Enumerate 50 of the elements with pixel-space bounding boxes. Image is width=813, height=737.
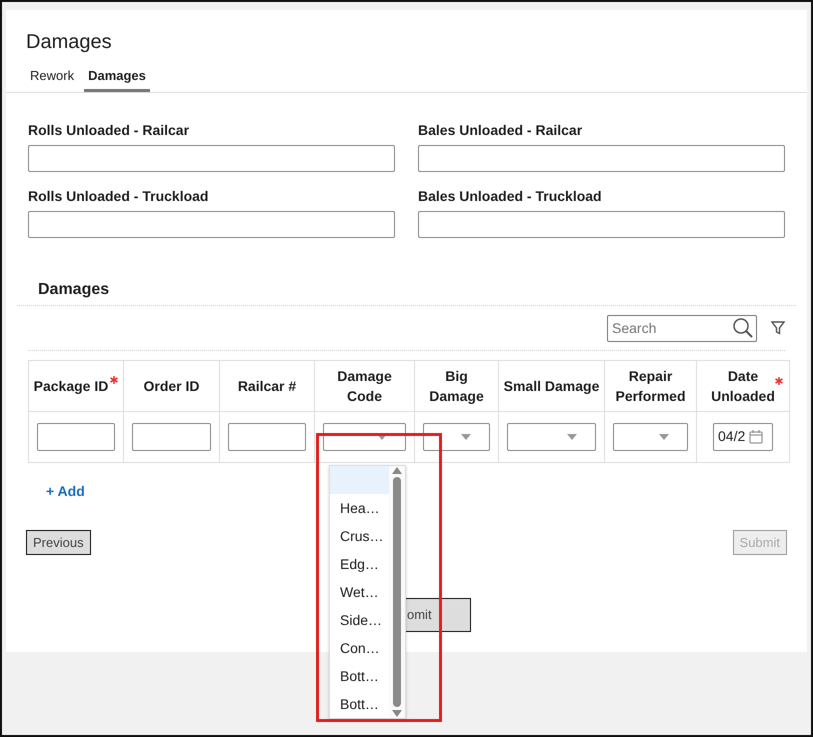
input-field[interactable] bbox=[132, 422, 211, 450]
field-label: Rolls Unloaded - Truckload bbox=[28, 186, 210, 204]
input-field[interactable] bbox=[418, 210, 785, 238]
scrollbar[interactable] bbox=[389, 466, 405, 718]
dropdown[interactable] bbox=[507, 422, 596, 450]
scroll-up-icon[interactable] bbox=[392, 466, 402, 474]
column-header: Railcar # bbox=[238, 378, 296, 394]
column-header: Small Damage bbox=[504, 378, 600, 394]
scroll-down-icon[interactable] bbox=[392, 710, 402, 718]
column-header: Damage Code bbox=[337, 368, 392, 404]
calendar-icon[interactable] bbox=[749, 430, 764, 444]
tab[interactable]: Rework bbox=[26, 62, 78, 92]
dropdown[interactable] bbox=[613, 422, 688, 450]
dropdown-option[interactable]: Bott… bbox=[330, 690, 389, 718]
caret-icon bbox=[659, 434, 669, 440]
dropdown-option[interactable]: Edg… bbox=[330, 550, 389, 578]
field-label: Bales Unloaded - Truckload bbox=[418, 186, 603, 204]
search-icon[interactable] bbox=[732, 316, 754, 338]
column-header: Package ID bbox=[34, 378, 108, 394]
dropdown-option[interactable]: Wet… bbox=[330, 578, 389, 606]
page-title: Damages bbox=[25, 30, 113, 54]
column-header: Repair Performed bbox=[615, 368, 686, 404]
input-field[interactable] bbox=[37, 422, 115, 450]
previous-button[interactable]: Previous bbox=[26, 530, 91, 555]
dropdown-option[interactable]: Side… bbox=[330, 606, 389, 634]
field-label: Rolls Unloaded - Railcar bbox=[28, 120, 190, 138]
input-field[interactable] bbox=[418, 144, 785, 172]
search-field[interactable]: Search bbox=[607, 314, 757, 342]
column-header: Order ID bbox=[143, 378, 200, 394]
dropdown-option[interactable]: Crus… bbox=[330, 522, 389, 550]
tab[interactable]: Damages bbox=[84, 62, 150, 92]
date-text: 04/2 bbox=[718, 427, 746, 446]
section-title: Damages bbox=[38, 280, 110, 298]
dropdown-option[interactable]: Con… bbox=[330, 634, 389, 662]
input-field[interactable] bbox=[28, 210, 395, 238]
dropdown-option[interactable]: Bott… bbox=[330, 662, 389, 690]
column-header: Big Damage bbox=[429, 368, 484, 404]
dropdown-list[interactable]: Hea… Crus… Edg… Wet… Side… Con… Bott… Bott… bbox=[329, 465, 406, 719]
add-link[interactable]: + Add bbox=[46, 480, 85, 502]
column-header: Date Unloaded bbox=[711, 368, 775, 404]
date-field[interactable]: 04/2 bbox=[713, 422, 773, 450]
dropdown-option[interactable]: Hea… bbox=[330, 494, 389, 522]
dropdown[interactable] bbox=[423, 422, 490, 450]
field-label: Bales Unloaded - Railcar bbox=[418, 120, 584, 138]
caret-icon bbox=[461, 434, 471, 440]
input-field[interactable] bbox=[28, 144, 395, 172]
input-field[interactable] bbox=[228, 422, 306, 450]
caret-icon bbox=[567, 434, 577, 440]
filter-icon[interactable] bbox=[771, 321, 785, 335]
submit-button[interactable]: omit bbox=[403, 598, 471, 632]
